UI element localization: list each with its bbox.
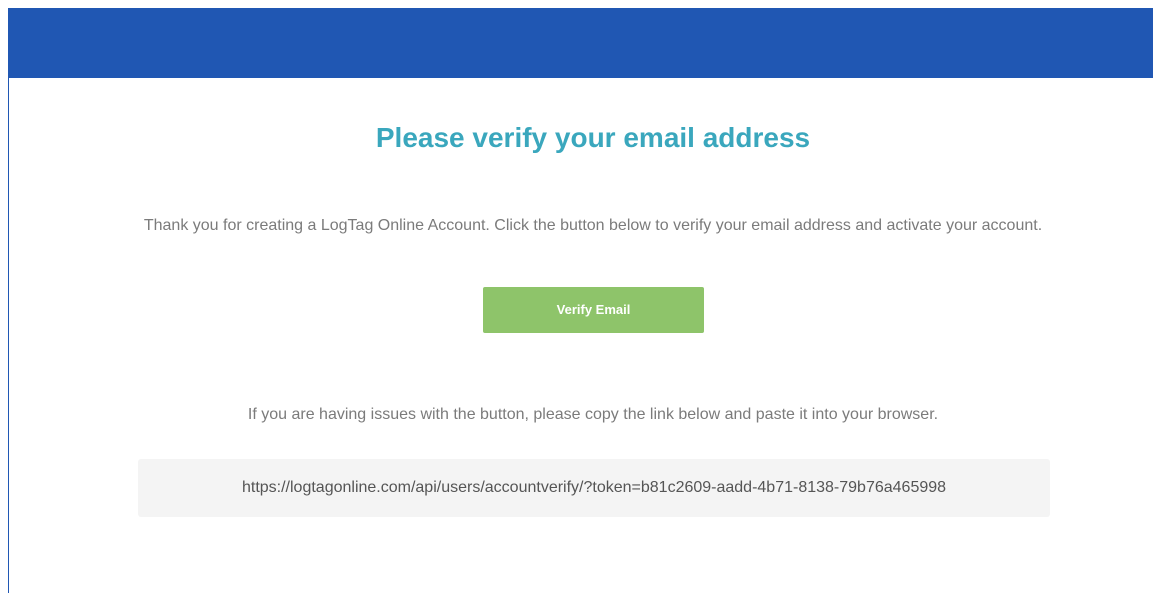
verify-link-box: https://logtagonline.com/api/users/accou…	[138, 459, 1050, 517]
left-border	[8, 78, 9, 593]
help-text: If you are having issues with the button…	[247, 406, 939, 423]
verify-link[interactable]: https://logtagonline.com/api/users/accou…	[138, 459, 1050, 517]
email-page: Please verify your email address Thank y…	[0, 0, 1153, 593]
header-bar	[8, 8, 1153, 78]
verify-email-button[interactable]: Verify Email	[483, 287, 704, 333]
intro-text: Thank you for creating a LogTag Online A…	[143, 217, 1043, 234]
page-title: Please verify your email address	[375, 122, 811, 153]
